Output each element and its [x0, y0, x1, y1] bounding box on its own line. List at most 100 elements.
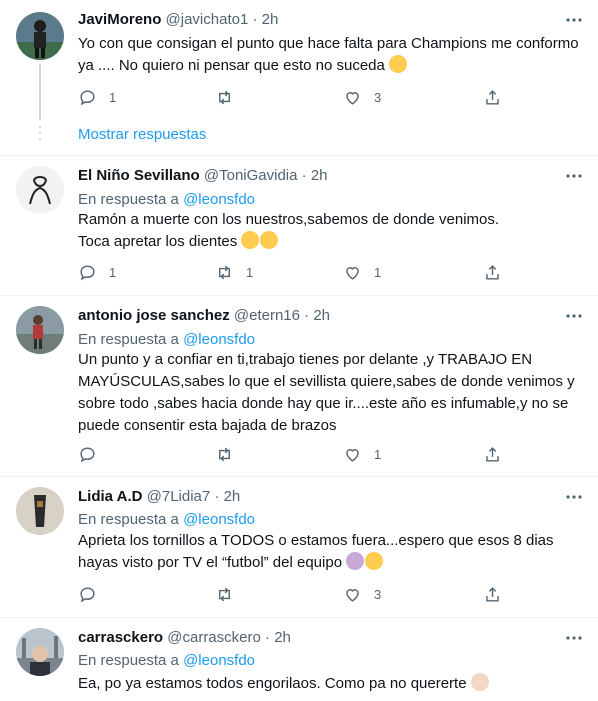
tweet-actions: 1 3 — [78, 87, 502, 107]
tweet-carrasckero[interactable]: carrasckero @carrasckero · 2h En respues… — [0, 618, 598, 701]
tweet-javimoreno[interactable]: JaviMoreno @javichato1 · 2h Yo con que c… — [0, 0, 598, 155]
tweet-header: El Niño Sevillano @ToniGavidia · 2h — [78, 166, 558, 186]
thread-line — [39, 64, 41, 120]
author-handle[interactable]: @7Lidia7 — [147, 488, 211, 505]
avatar[interactable] — [16, 487, 64, 535]
retweet-button[interactable]: 1 — [215, 262, 253, 282]
tweet-line: Un punto y a confiar en ti,trabajo tiene… — [78, 351, 533, 368]
mention-link[interactable]: @leonsfdo — [183, 331, 255, 348]
more-options-icon[interactable] — [564, 628, 584, 648]
reply-label: En respuesta a — [78, 652, 179, 669]
show-replies-link[interactable]: Mostrar respuestas — [78, 125, 206, 145]
share-button[interactable] — [483, 87, 502, 107]
avatar[interactable] — [16, 628, 64, 676]
share-icon — [486, 264, 499, 280]
more-options-icon[interactable] — [564, 306, 584, 326]
like-button[interactable]: 1 — [343, 444, 381, 464]
heart-icon — [346, 588, 359, 602]
reply-context: En respuesta a @leonsfdo — [78, 190, 255, 210]
author-name[interactable]: carrasckero — [78, 629, 163, 646]
more-options-icon[interactable] — [564, 10, 584, 30]
retweet-icon — [219, 447, 230, 461]
author-handle[interactable]: @javichato1 — [166, 11, 249, 28]
reply-button[interactable] — [78, 584, 109, 604]
timestamp[interactable]: 2h — [313, 307, 330, 324]
tweet-line: ya .... No quiero ni pensar que esto no … — [78, 57, 385, 74]
separator-dot: · — [252, 11, 258, 28]
reply-label: En respuesta a — [78, 511, 179, 528]
tweet-line: MAYÚSCULAS,sabes lo que el sevillista qu… — [78, 373, 575, 390]
separator-dot: · — [214, 488, 220, 505]
facepalm-emoji-icon — [346, 552, 365, 570]
retweet-icon — [219, 90, 230, 104]
author-name[interactable]: El Niño Sevillano — [78, 167, 200, 184]
reply-context: En respuesta a @leonsfdo — [78, 510, 255, 530]
tweet-line: hayas visto por TV el “futbol” del equip… — [78, 554, 343, 571]
like-count: 3 — [374, 89, 382, 105]
retweet-icon — [219, 265, 230, 279]
reply-count: 1 — [109, 264, 117, 280]
share-button[interactable] — [483, 444, 502, 464]
retweet-button[interactable] — [215, 87, 246, 107]
mention-link[interactable]: @leonsfdo — [183, 652, 255, 669]
timestamp[interactable]: 2h — [311, 167, 328, 184]
more-options-icon[interactable] — [564, 166, 584, 186]
like-button[interactable]: 1 — [343, 262, 381, 282]
author-handle[interactable]: @ToniGavidia — [204, 167, 298, 184]
avatar[interactable] — [16, 166, 64, 214]
reply-button[interactable]: 1 — [78, 262, 116, 282]
scream-emoji-icon — [389, 55, 408, 73]
tweet-header: antonio jose sanchez @etern16 · 2h — [78, 306, 558, 326]
like-count: 1 — [374, 446, 382, 462]
author-handle[interactable]: @carrasckero — [167, 629, 261, 646]
separator-dot: · — [304, 307, 310, 324]
reply-icon — [80, 89, 95, 105]
timestamp[interactable]: 2h — [274, 629, 291, 646]
tweet-line: Ea, po ya estamos todos engorilaos. Como… — [78, 675, 467, 692]
avatar[interactable] — [16, 12, 64, 60]
tweet-toni-gavidia[interactable]: El Niño Sevillano @ToniGavidia · 2h En r… — [0, 156, 598, 296]
author-name[interactable]: Lidia A.D — [78, 488, 142, 505]
mention-link[interactable]: @leonsfdo — [183, 191, 255, 208]
mention-link[interactable]: @leonsfdo — [183, 511, 255, 528]
tweet-line: Ramón a muerte con los nuestros,sabemos … — [78, 211, 500, 228]
tweet-line: sobre todo ,sabes hacia donde hay que ir… — [78, 395, 569, 412]
share-icon — [486, 586, 499, 602]
tweet-line: puede consentir esta bajada de brazos — [78, 417, 337, 434]
like-count: 1 — [374, 264, 382, 280]
reply-button[interactable]: 1 — [78, 87, 116, 107]
share-button[interactable] — [483, 584, 502, 604]
retweet-button[interactable] — [215, 584, 246, 604]
author-name[interactable]: antonio jose sanchez — [78, 307, 230, 324]
like-button[interactable]: 3 — [343, 584, 381, 604]
separator-dot: · — [265, 629, 271, 646]
reply-icon — [80, 264, 95, 280]
timestamp[interactable]: 2h — [262, 11, 279, 28]
reply-button[interactable] — [78, 444, 109, 464]
tweet-line: Aprieta los tornillos a TODOS o estamos … — [78, 532, 554, 549]
tweet-header: carrasckero @carrasckero · 2h — [78, 628, 558, 648]
flexed-biceps-emoji-icon — [241, 231, 260, 249]
reply-feed: JaviMoreno @javichato1 · 2h Yo con que c… — [0, 0, 598, 701]
tweet-etern16[interactable]: antonio jose sanchez @etern16 · 2h En re… — [0, 296, 598, 476]
author-handle[interactable]: @etern16 — [234, 307, 300, 324]
reply-count: 1 — [109, 89, 117, 105]
author-name[interactable]: JaviMoreno — [78, 11, 161, 28]
tweet-text: Ea, po ya estamos todos engorilaos. Como… — [78, 673, 582, 695]
more-options-icon[interactable] — [564, 487, 584, 507]
avatar[interactable] — [16, 306, 64, 354]
retweet-icon — [219, 587, 230, 601]
timestamp[interactable]: 2h — [224, 488, 241, 505]
reply-label: En respuesta a — [78, 191, 179, 208]
tweet-7lidia7[interactable]: Lidia A.D @7Lidia7 · 2h En respuesta a @… — [0, 477, 598, 617]
tweet-header: JaviMoreno @javichato1 · 2h — [78, 10, 558, 30]
like-button[interactable]: 3 — [343, 87, 381, 107]
tweet-line: Toca apretar los dientes — [78, 233, 238, 250]
heart-icon — [346, 266, 359, 280]
like-count: 3 — [374, 586, 382, 602]
tweet-text: Aprieta los tornillos a TODOS o estamos … — [78, 530, 582, 574]
winking-face-emoji-icon — [365, 552, 384, 570]
retweet-button[interactable] — [215, 444, 246, 464]
separator-dot: · — [301, 167, 307, 184]
share-button[interactable] — [483, 262, 502, 282]
